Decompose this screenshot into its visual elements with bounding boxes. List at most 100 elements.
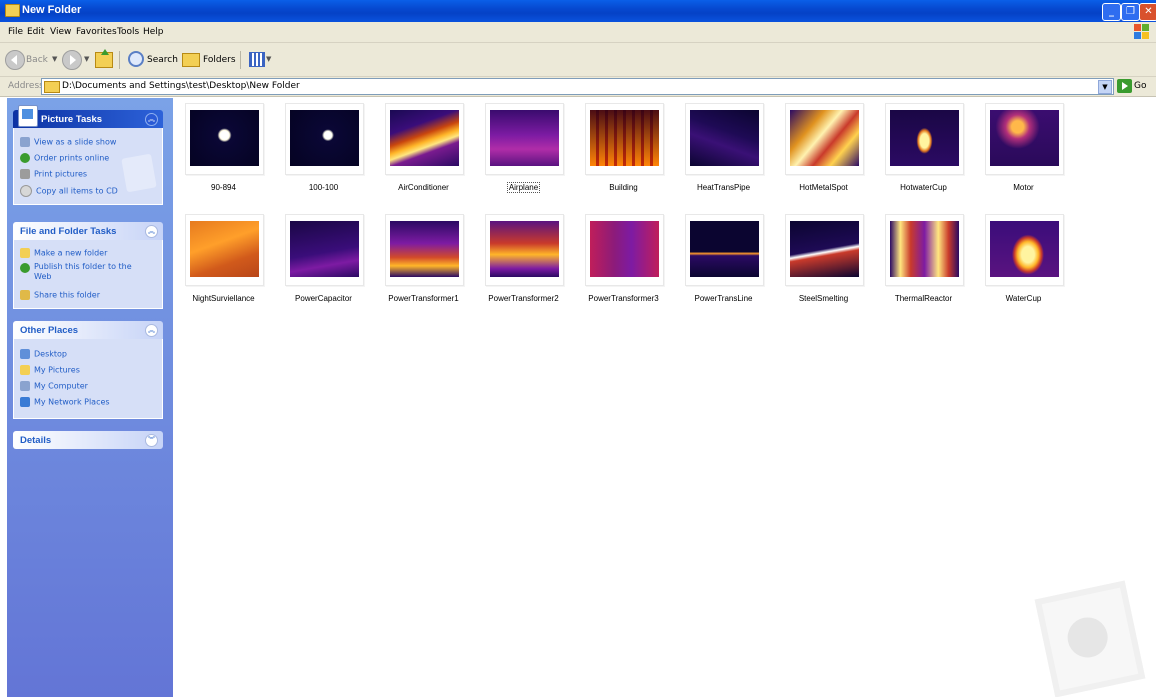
thumbnail-frame[interactable] (485, 103, 564, 175)
search-icon[interactable] (128, 51, 144, 67)
task-order-prints[interactable]: Order prints online (20, 153, 109, 165)
file-name[interactable]: PowerTransformer3 (588, 294, 658, 303)
folders-icon[interactable] (182, 53, 200, 67)
thermal-image[interactable] (190, 221, 259, 277)
thermal-image[interactable] (590, 221, 659, 277)
file-name[interactable]: HotwaterCup (900, 183, 947, 192)
thermal-image[interactable] (590, 110, 659, 166)
thermal-image[interactable] (390, 110, 459, 166)
thermal-image[interactable] (890, 221, 959, 277)
file-name-label[interactable]: AirConditioner (381, 183, 466, 192)
thermal-image[interactable] (690, 221, 759, 277)
go-button[interactable]: Go (1134, 81, 1146, 91)
address-path[interactable]: D:\Documents and Settings\test\Desktop\N… (62, 81, 300, 91)
file-name[interactable]: AirConditioner (398, 183, 449, 192)
file-name-label[interactable]: HotwaterCup (881, 183, 966, 192)
close-button[interactable]: ✕ (1139, 3, 1156, 21)
thumbnail-frame[interactable] (685, 214, 764, 286)
thermal-image[interactable] (390, 221, 459, 277)
file-name[interactable]: HeatTransPipe (697, 183, 750, 192)
details-header[interactable]: Details ︾ (13, 431, 163, 449)
task-slide-show[interactable]: View as a slide show (20, 137, 116, 149)
task-publish-web[interactable]: Publish this folder to the Web (20, 262, 149, 286)
collapse-chevron-icon[interactable]: ︽ (145, 225, 158, 238)
file-name-label[interactable]: Motor (981, 183, 1066, 192)
folders-button[interactable]: Folders (203, 55, 236, 65)
file-name[interactable]: NightSurviellance (192, 294, 254, 303)
task-make-folder[interactable]: Make a new folder (20, 248, 107, 260)
file-name[interactable]: SteelSmelting (799, 294, 848, 303)
thermal-image[interactable] (790, 221, 859, 277)
file-name-label[interactable]: PowerTransformer1 (381, 294, 466, 303)
file-folder-tasks-header[interactable]: File and Folder Tasks ︽ (13, 222, 163, 240)
thumbnail-frame[interactable] (585, 214, 664, 286)
address-field[interactable]: D:\Documents and Settings\test\Desktop\N… (41, 78, 1114, 95)
thumbnail-frame[interactable] (385, 103, 464, 175)
thermal-image[interactable] (890, 110, 959, 166)
thermal-image[interactable] (690, 110, 759, 166)
file-name[interactable]: PowerTransformer1 (388, 294, 458, 303)
thermal-image[interactable] (190, 110, 259, 166)
file-name[interactable]: ThermalReactor (895, 294, 952, 303)
file-name[interactable]: Airplane (506, 182, 541, 193)
file-name[interactable]: 100-100 (309, 183, 338, 192)
file-name-label[interactable]: Building (581, 183, 666, 192)
place-my-computer[interactable]: My Computer (20, 381, 88, 393)
back-arrow-icon[interactable] (5, 50, 25, 70)
thumbnail-frame[interactable] (185, 103, 264, 175)
thermal-image[interactable] (290, 110, 359, 166)
task-print-pictures[interactable]: Print pictures (20, 169, 87, 181)
address-dropdown-icon[interactable]: ▼ (1098, 80, 1112, 94)
up-folder-icon[interactable] (95, 49, 113, 68)
menu-tools[interactable]: Tools (117, 27, 139, 37)
thumbnail-frame[interactable] (285, 214, 364, 286)
menu-view[interactable]: View (50, 27, 71, 37)
thumbnail-frame[interactable] (385, 214, 464, 286)
file-name-label[interactable]: 100-100 (281, 183, 366, 192)
menu-help[interactable]: Help (143, 27, 164, 37)
file-name-label[interactable]: 90-894 (181, 183, 266, 192)
search-button[interactable]: Search (147, 55, 178, 65)
expand-chevron-icon[interactable]: ︾ (145, 434, 158, 447)
file-name[interactable]: HotMetalSpot (799, 183, 847, 192)
file-name[interactable]: Motor (1013, 183, 1033, 192)
thumbnail-frame[interactable] (985, 214, 1064, 286)
views-icon[interactable] (249, 52, 265, 67)
file-name-label[interactable]: HotMetalSpot (781, 183, 866, 192)
menu-edit[interactable]: Edit (27, 27, 44, 37)
picture-tasks-header[interactable]: Picture Tasks ︽ (13, 105, 163, 128)
forward-arrow-icon[interactable] (62, 50, 82, 70)
file-name-label[interactable]: ThermalReactor (881, 294, 966, 303)
place-desktop[interactable]: Desktop (20, 349, 67, 361)
thumbnail-frame[interactable] (485, 214, 564, 286)
file-name-label[interactable]: NightSurviellance (181, 294, 266, 303)
minimize-button[interactable]: _ (1102, 3, 1121, 21)
place-my-pictures[interactable]: My Pictures (20, 365, 80, 377)
menu-file[interactable]: File (8, 27, 23, 37)
file-name-label[interactable]: Airplane (481, 182, 566, 193)
file-name[interactable]: PowerTransLine (695, 294, 753, 303)
thermal-image[interactable] (490, 110, 559, 166)
thumbnail-frame[interactable] (185, 214, 264, 286)
collapse-chevron-icon[interactable]: ︽ (145, 324, 158, 337)
thermal-image[interactable] (790, 110, 859, 166)
thermal-image[interactable] (990, 221, 1059, 277)
file-name[interactable]: Building (609, 183, 637, 192)
task-share-folder[interactable]: Share this folder (20, 290, 100, 302)
thermal-image[interactable] (290, 221, 359, 277)
thermal-image[interactable] (990, 110, 1059, 166)
thumbnail-frame[interactable] (685, 103, 764, 175)
file-name[interactable]: WaterCup (1006, 294, 1042, 303)
forward-dropdown-icon[interactable]: ▼ (84, 55, 89, 63)
thumbnail-frame[interactable] (585, 103, 664, 175)
file-name[interactable]: PowerTransformer2 (488, 294, 558, 303)
other-places-header[interactable]: Other Places ︽ (13, 321, 163, 339)
collapse-chevron-icon[interactable]: ︽ (145, 113, 158, 126)
file-name-label[interactable]: PowerTransLine (681, 294, 766, 303)
thumbnail-frame[interactable] (785, 214, 864, 286)
file-name-label[interactable]: PowerTransformer2 (481, 294, 566, 303)
task-copy-to-cd[interactable]: Copy all items to CD (20, 185, 118, 197)
thumbnail-frame[interactable] (885, 103, 964, 175)
place-network[interactable]: My Network Places (20, 397, 110, 409)
back-button-label[interactable]: Back (26, 55, 48, 65)
